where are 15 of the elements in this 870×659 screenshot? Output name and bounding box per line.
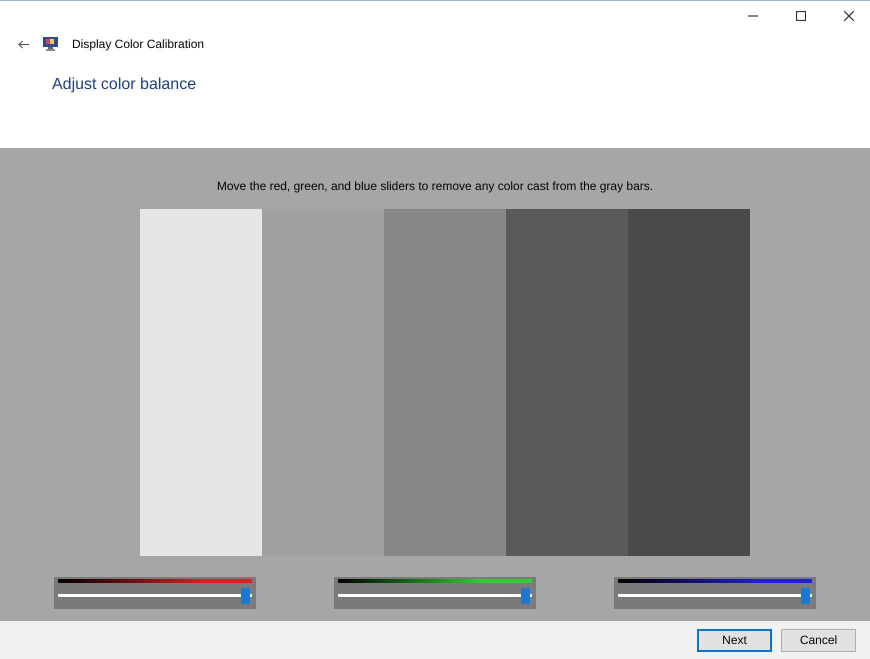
next-button[interactable]: Next [697, 628, 772, 652]
cancel-button[interactable]: Cancel [781, 628, 856, 652]
color-slider[interactable] [334, 577, 536, 609]
page-heading: Adjust color balance [52, 75, 198, 95]
slider-thumb[interactable] [521, 588, 530, 604]
window-title: Display Color Calibration [72, 36, 204, 53]
color-slider[interactable] [54, 577, 256, 609]
slider-thumb[interactable] [241, 588, 250, 604]
back-arrow-icon[interactable] [18, 40, 29, 48]
monitor-icon [43, 37, 58, 51]
close-icon[interactable] [844, 11, 854, 21]
maximize-icon[interactable] [796, 11, 806, 21]
instruction-text: Move the red, green, and blue sliders to remove any color cast from the gray bars. [216, 178, 654, 195]
slider-thumb[interactable] [801, 588, 810, 604]
color-slider[interactable] [614, 577, 816, 609]
